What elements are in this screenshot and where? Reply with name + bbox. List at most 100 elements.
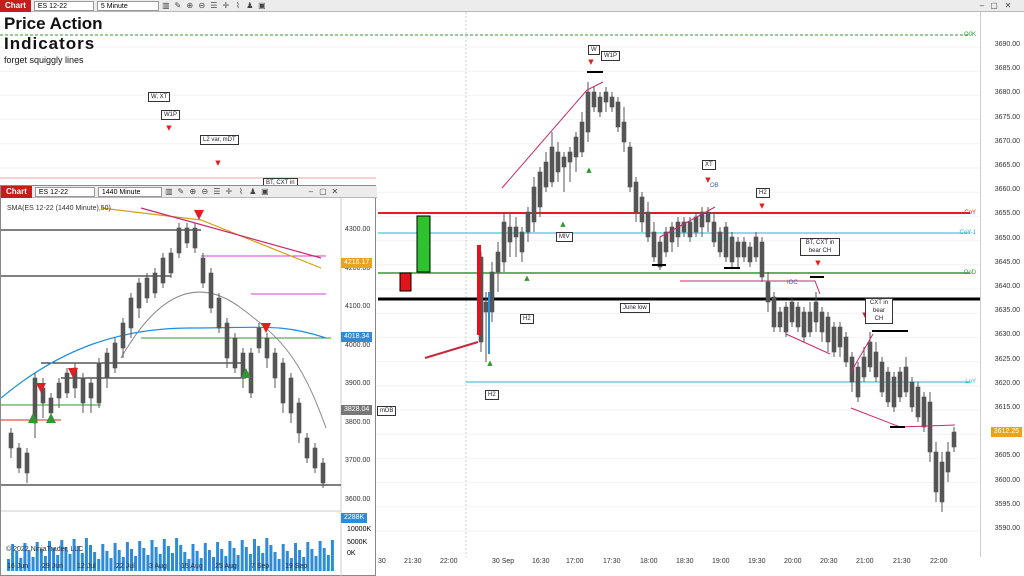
inset-close-icon[interactable]: ✕ [330, 187, 340, 197]
price-axis[interactable]: 3690.00 3685.00 3680.00 3675.00 3670.00 3665.… [980, 12, 1024, 557]
inset-candle-body [120, 322, 126, 349]
strategies-icon[interactable]: ♟ [245, 1, 255, 11]
inset-candle-body [160, 257, 166, 284]
candle-body [903, 366, 909, 393]
bar-chart-icon[interactable]: ▥ [161, 1, 171, 11]
volume-bar [109, 558, 113, 571]
inset-properties-icon[interactable]: ☰ [212, 187, 222, 197]
indicators-icon[interactable]: ⌇ [233, 1, 243, 11]
inset-date-tick-label: 15 Aug [181, 563, 203, 570]
inset-candle-body [192, 227, 198, 249]
trend-line [424, 341, 479, 359]
volume-bar [322, 548, 326, 571]
close-icon[interactable]: ✕ [1002, 0, 1014, 11]
sma-line-gold [100, 207, 322, 269]
price-tick-label: 3630.00 [994, 331, 1020, 339]
candle-body [807, 311, 813, 333]
inset-candle-body [48, 397, 54, 414]
inset-strategies-icon[interactable]: ♟ [248, 187, 258, 197]
annotation-h2b: H2 [520, 314, 534, 324]
inset-candle-body [56, 382, 62, 399]
inset-indicators-icon[interactable]: ⌇ [236, 187, 246, 197]
inset-screenshot-icon[interactable]: ▣ [260, 187, 270, 197]
chart-tagline: forget squiggly lines [4, 55, 84, 65]
inset-date-tick-label: 22 Jul [116, 563, 135, 570]
price-tick-label: 3615.00 [994, 404, 1020, 411]
candle-body [753, 236, 759, 258]
candle-body-green [416, 215, 431, 273]
sell-signal-triangle-icon [194, 210, 204, 220]
candle-body [573, 136, 579, 158]
crosshair-icon[interactable]: ✛ [221, 1, 231, 11]
inset-date-tick-label: 25 Aug [215, 563, 237, 570]
current-price-tag: 3612.25 [990, 427, 1022, 437]
candle-body [771, 296, 777, 328]
volume-bar [105, 551, 109, 571]
candle-body [735, 241, 741, 258]
inset-date-tick-label: 29 Jun [42, 563, 64, 570]
zoom-in-icon[interactable]: ⊕ [185, 1, 195, 11]
inset-candle-body [88, 382, 94, 399]
vol-tick-10000: 10000K [347, 526, 372, 533]
candle-body [621, 121, 627, 143]
maximize-icon[interactable]: ▢ [988, 0, 1000, 11]
candle-body [855, 366, 861, 398]
inset-minimize-icon[interactable]: – [306, 187, 316, 197]
inset-candle-body [272, 352, 278, 379]
candle-body [627, 146, 633, 188]
pencil-icon[interactable]: ✎ [173, 1, 183, 11]
candle-body [747, 246, 753, 263]
candle-body [483, 301, 489, 313]
candle-body [651, 231, 657, 258]
minimize-icon[interactable]: – [976, 0, 988, 11]
daily-chart-window[interactable]: Chart ES 12-22 1440 Minute ▥ ✎ ⊕ ⊖ ☰ ✛ ⌇… [0, 185, 377, 576]
inset-candle-body [312, 447, 318, 469]
inset-chart-tab[interactable]: Chart [1, 185, 32, 198]
daily-price-chart[interactable] [1, 198, 377, 576]
candle-body [711, 221, 717, 243]
chart-tab[interactable]: Chart [0, 0, 31, 12]
inset-candle-body [264, 337, 270, 359]
inset-zoom-out-icon[interactable]: ⊖ [200, 187, 210, 197]
volume-bar [68, 554, 72, 571]
inset-crosshair-icon[interactable]: ✛ [224, 187, 234, 197]
inset-candle-body [296, 402, 302, 434]
candle-body [897, 371, 903, 398]
time-tick-label: 17:00 [566, 558, 584, 565]
volume-bar [310, 549, 314, 571]
copyright-text: © 2022 NinjaTrader, LLC [6, 546, 84, 553]
inset-candle-body [144, 277, 150, 299]
annotation-w: W [588, 45, 600, 55]
screenshot-icon[interactable]: ▣ [257, 1, 267, 11]
candle-body [519, 231, 525, 253]
candle-body [705, 211, 711, 223]
interval-select[interactable]: 5 Minute [96, 0, 159, 11]
inset-zoom-in-icon[interactable]: ⊕ [188, 187, 198, 197]
zoom-out-icon[interactable]: ⊖ [197, 1, 207, 11]
inset-date-tick-label: 12 Jul [77, 563, 96, 570]
inset-candle-body [152, 272, 158, 294]
time-tick-label: 19:30 [748, 558, 766, 565]
sma-legend: SMA(ES 12-22 (1440 Minute),50) [7, 205, 111, 212]
inset-bar-chart-icon[interactable]: ▥ [164, 187, 174, 197]
annotation-mdb: mDB [377, 406, 397, 416]
instrument-select[interactable]: ES 12-22 [33, 0, 94, 11]
inset-date-tick-label: 19 Sep [285, 563, 308, 570]
inset-price-tick-label: 3900.00 [345, 380, 371, 387]
candle-body [561, 156, 567, 168]
candle-body [507, 226, 513, 243]
annotation-cxt: CXT in bear CH [865, 298, 893, 324]
time-tick-label: 22:00 [440, 558, 458, 565]
inset-interval-select[interactable]: 1440 Minute [97, 186, 162, 197]
annotation-xt: XT [702, 160, 716, 170]
inset-candle-body [280, 362, 286, 404]
inset-maximize-icon[interactable]: ▢ [318, 187, 328, 197]
inset-pencil-icon[interactable]: ✎ [176, 187, 186, 197]
candle-body-red [399, 272, 412, 292]
level-label-o0k: O0K [963, 32, 976, 38]
inset-instrument-select[interactable]: ES 12-22 [34, 186, 95, 197]
price-tick-label: 3655.00 [994, 210, 1020, 218]
volume-bar [244, 547, 248, 571]
properties-icon[interactable]: ☰ [209, 1, 219, 11]
time-tick-label: 20:30 [820, 558, 838, 565]
